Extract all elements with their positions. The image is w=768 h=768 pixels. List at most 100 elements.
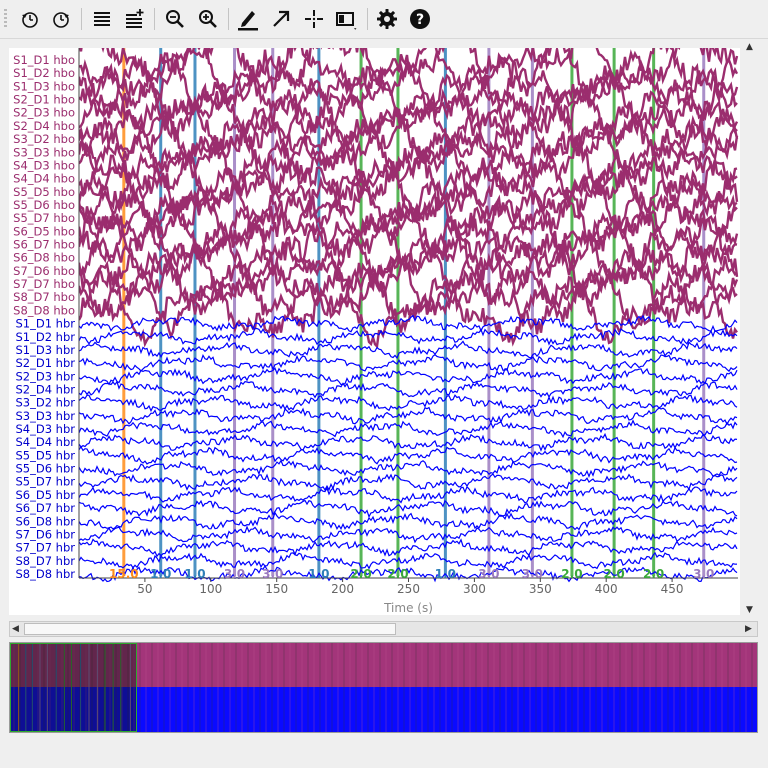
channel-label[interactable]: S1_D3 hbr [15, 343, 75, 357]
channel-trace [78, 432, 738, 452]
channel-label[interactable]: S7_D6 hbo [13, 264, 75, 278]
scroll-right-arrow[interactable]: ▶ [745, 622, 752, 636]
channel-label[interactable]: S2_D1 hbr [15, 356, 75, 370]
channel-trace [77, 177, 738, 256]
channel-label[interactable]: S5_D5 hbo [13, 185, 75, 199]
channel-label[interactable]: S1_D1 hbr [15, 317, 75, 331]
channel-label[interactable]: S6_D8 hbr [15, 514, 75, 528]
channel-label[interactable]: S6_D8 hbo [13, 251, 75, 265]
channel-label[interactable]: S4_D3 hbo [13, 158, 75, 172]
channel-label[interactable]: S2_D1 hbo [13, 93, 75, 107]
view-layout-icon[interactable] [333, 5, 361, 33]
time-tick-label: 300 [463, 582, 486, 596]
help-icon[interactable]: ? [406, 5, 434, 33]
channel-label[interactable]: S2_D4 hbo [13, 119, 75, 133]
channel-label[interactable]: S2_D3 hbr [15, 369, 75, 383]
channel-label[interactable]: S3_D3 hbo [13, 145, 75, 159]
event-label: 1.0 [184, 567, 205, 581]
channel-label[interactable]: S8_D7 hbr [15, 554, 75, 568]
event-label: 3.0 [522, 567, 543, 581]
traces-canvas[interactable]: S1_D1 hboS1_D2 hboS1_D3 hboS2_D1 hboS2_D… [9, 48, 740, 615]
channel-label[interactable]: S1_D3 hbo [13, 79, 75, 93]
channel-label[interactable]: S6_D7 hbo [13, 238, 75, 252]
channel-label[interactable]: S8_D7 hbo [13, 290, 75, 304]
event-label: 1.0 [150, 567, 171, 581]
channel-label[interactable]: S1_D1 hbo [13, 53, 75, 67]
signal-plot[interactable]: S1_D1 hbo S1_D2 hbo S1_D3 hbo S2_D1 hbo S2_D… [9, 48, 740, 615]
channel-trace [78, 406, 738, 426]
channel-label[interactable]: S7_D7 hbr [15, 541, 75, 555]
channel-label[interactable]: S7_D6 hbr [15, 527, 75, 541]
time-tick-label: 450 [661, 582, 684, 596]
scroll-left-arrow[interactable]: ◀ [12, 622, 19, 636]
channel-label[interactable]: S4_D4 hbo [13, 172, 75, 186]
time-tick-label: 200 [331, 582, 354, 596]
horizontal-scroll-thumb[interactable] [24, 623, 396, 635]
fewer-channels-icon[interactable] [88, 5, 116, 33]
channel-trace [78, 459, 738, 478]
time-tick-label: 150 [265, 582, 288, 596]
time-axis-label: Time (s) [383, 601, 433, 615]
channel-label[interactable]: S6_D7 hbr [15, 501, 75, 515]
event-label: 15.0 [109, 567, 139, 581]
projector-arrow-icon[interactable] [267, 5, 295, 33]
scroll-down-arrow[interactable]: ▼ [746, 603, 753, 617]
time-tick-label: 250 [397, 582, 420, 596]
channel-label[interactable]: S6_D5 hbr [15, 488, 75, 502]
channel-trace [78, 538, 738, 558]
channel-trace [78, 419, 738, 439]
channel-label[interactable]: S6_D5 hbo [13, 224, 75, 238]
channel-label[interactable]: S5_D6 hbo [13, 198, 75, 212]
channel-label[interactable]: S3_D2 hbo [13, 132, 75, 146]
toolbar-grip[interactable] [4, 9, 7, 29]
event-label: 1.0 [435, 567, 456, 581]
horizontal-scrollbar[interactable]: ◀ ▶ [9, 621, 758, 637]
channel-label[interactable]: S2_D4 hbr [15, 382, 75, 396]
time-tick-label: 50 [137, 582, 152, 596]
forward-icon[interactable] [47, 5, 75, 33]
crosshair-icon[interactable] [300, 5, 328, 33]
scroll-up-arrow[interactable]: ▲ [746, 40, 753, 54]
channel-label[interactable]: S5_D7 hbr [15, 475, 75, 489]
event-label: 3.0 [693, 567, 714, 581]
channel-label[interactable]: S2_D3 hbo [13, 106, 75, 120]
channel-trace [78, 511, 738, 531]
event-label: 3.0 [478, 567, 499, 581]
toolbar: ? [0, 0, 768, 39]
channel-trace [78, 485, 738, 504]
channel-label[interactable]: S3_D2 hbr [15, 396, 75, 410]
channel-trace [78, 394, 738, 413]
channel-label[interactable]: S1_D2 hbo [13, 66, 75, 80]
event-label: 2.0 [350, 567, 371, 581]
overview-bar[interactable] [9, 642, 758, 733]
event-label: 2.0 [643, 567, 664, 581]
channel-label[interactable]: S1_D2 hbr [15, 330, 75, 344]
overview-viewport[interactable] [10, 643, 137, 732]
zoom-in-icon[interactable] [194, 5, 222, 33]
channel-trace [78, 473, 738, 492]
channel-labels: S1_D1 hboS1_D2 hboS1_D3 hboS2_D1 hboS2_D… [9, 48, 79, 581]
channel-label[interactable]: S8_D8 hbr [15, 567, 75, 581]
time-tick-label: 100 [199, 582, 222, 596]
channel-label[interactable]: S4_D4 hbr [15, 435, 75, 449]
channel-trace [78, 380, 738, 399]
channel-label[interactable]: S5_D5 hbr [15, 448, 75, 462]
time-tick-label: 350 [529, 582, 552, 596]
zoom-out-icon[interactable] [161, 5, 189, 33]
settings-gear-icon[interactable] [373, 5, 401, 33]
channel-label[interactable]: S5_D6 hbr [15, 462, 75, 476]
channel-label[interactable]: S3_D3 hbr [15, 409, 75, 423]
rewind-icon[interactable] [16, 5, 44, 33]
channel-label[interactable]: S5_D7 hbo [13, 211, 75, 225]
channel-trace [78, 353, 738, 373]
more-channels-icon[interactable] [120, 5, 148, 33]
annotation-pen-icon[interactable] [234, 5, 262, 33]
channel-label[interactable]: S4_D3 hbr [15, 422, 75, 436]
vertical-scrollbar[interactable]: ▲ ▼ [743, 40, 758, 617]
event-label: 1.0 [308, 567, 329, 581]
channel-trace [78, 525, 738, 544]
channel-trace [78, 367, 738, 386]
event-label: 2.0 [561, 567, 582, 581]
channel-label[interactable]: S7_D7 hbo [13, 277, 75, 291]
channel-label[interactable]: S8_D8 hbo [13, 303, 75, 317]
